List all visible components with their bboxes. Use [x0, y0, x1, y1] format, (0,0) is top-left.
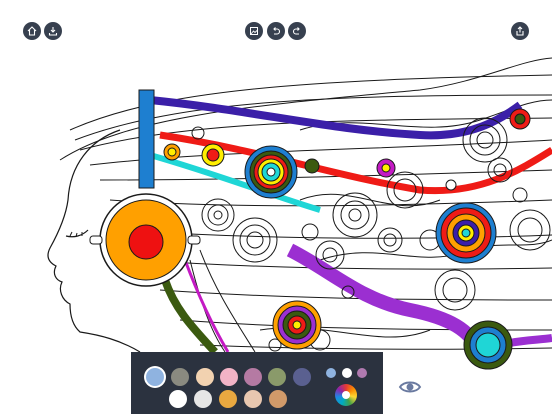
color-swatch[interactable]: [194, 390, 212, 408]
download-icon: [48, 27, 58, 36]
color-swatch[interactable]: [293, 368, 311, 386]
recent-color-swatch[interactable]: [326, 368, 336, 378]
color-swatch[interactable]: [169, 390, 187, 408]
home-button[interactable]: [23, 22, 41, 40]
color-swatch[interactable]: [268, 368, 286, 386]
preview-button[interactable]: [398, 378, 422, 396]
color-swatch[interactable]: [219, 390, 237, 408]
color-swatch[interactable]: [269, 390, 287, 408]
download-button[interactable]: [44, 22, 62, 40]
undo-button[interactable]: [267, 22, 285, 40]
recent-color-swatch[interactable]: [342, 368, 352, 378]
undo-icon: [273, 27, 281, 35]
color-swatch[interactable]: [244, 368, 262, 386]
eye-icon: [398, 381, 422, 393]
color-swatch[interactable]: [171, 368, 189, 386]
color-swatch[interactable]: [220, 368, 238, 386]
gallery-icon: [250, 27, 258, 35]
color-swatch[interactable]: [196, 368, 214, 386]
home-icon: [27, 26, 37, 36]
redo-icon: [292, 27, 300, 35]
color-swatch[interactable]: [244, 390, 262, 408]
share-button[interactable]: [511, 22, 529, 40]
share-icon: [516, 26, 524, 36]
redo-button[interactable]: [288, 22, 306, 40]
color-wheel-icon[interactable]: [335, 384, 357, 406]
color-swatch[interactable]: [146, 368, 164, 386]
gallery-button[interactable]: [245, 22, 263, 40]
recent-color-swatch[interactable]: [357, 368, 367, 378]
